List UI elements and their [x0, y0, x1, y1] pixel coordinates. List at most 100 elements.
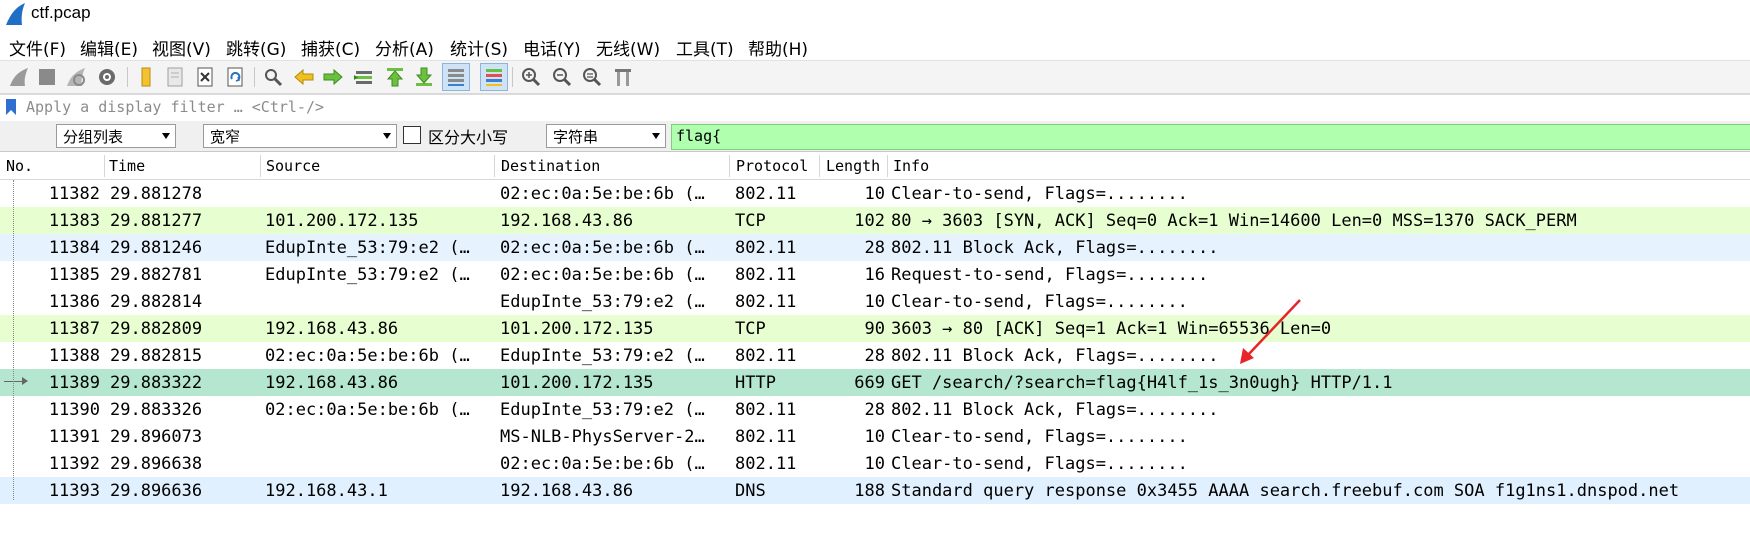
auto-scroll-icon[interactable]	[442, 63, 470, 91]
packet-number: 11386	[48, 292, 100, 312]
packet-row[interactable]: 11392 29.896638 02:ec:0a:5e:be:6b (… 802.11…	[0, 450, 1750, 477]
packet-protocol: 802.11	[735, 346, 797, 366]
menu-statistics[interactable]: 统计(S)	[450, 35, 508, 60]
window-title: ctf.pcap	[31, 3, 91, 22]
save-file-icon[interactable]	[162, 64, 188, 90]
menu-telephony[interactable]: 电话(Y)	[523, 35, 581, 60]
find-packet-icon[interactable]	[260, 64, 286, 90]
packet-destination: 192.168.43.86	[500, 481, 634, 501]
packet-number: 11390	[48, 400, 100, 420]
stop-capture-icon[interactable]	[34, 64, 60, 90]
menu-capture[interactable]: 捕获(C)	[301, 35, 360, 60]
packet-destination: EdupInte_53:79:e2 (…	[500, 400, 705, 420]
go-forward-icon[interactable]	[320, 64, 346, 90]
packet-row[interactable]: 11393 29.896636 192.168.43.1 192.168.43.86 D…	[0, 477, 1750, 504]
packet-protocol: HTTP	[735, 373, 776, 393]
search-input[interactable]: flag{	[671, 124, 1750, 150]
packet-length: 188	[854, 481, 885, 501]
packet-protocol: 802.11	[735, 400, 797, 420]
packet-row[interactable]: 11386 29.882814 EdupInte_53:79:e2 (… 802.11…	[0, 288, 1750, 315]
normal-size-icon[interactable]	[579, 64, 605, 90]
packet-protocol: TCP	[735, 211, 766, 231]
title-bar: ctf.pcap	[0, 0, 1750, 30]
packet-row[interactable]: 11383 29.881277 101.200.172.135 192.168.43.…	[0, 207, 1750, 234]
packet-destination: 101.200.172.135	[500, 373, 654, 393]
packet-destination: EdupInte_53:79:e2 (…	[500, 346, 705, 366]
menu-help[interactable]: 帮助(H)	[748, 35, 808, 60]
packet-row[interactable]: 11384 29.881246 EdupInte_53:79:e2 (… 02:ec:…	[0, 234, 1750, 261]
packet-info: Clear-to-send, Flags=........	[891, 292, 1188, 312]
packet-row[interactable]: 11389 29.883322 192.168.43.86 101.200.172.1…	[0, 369, 1750, 396]
search-scope-select[interactable]: 分组列表	[56, 124, 176, 148]
packet-row[interactable]: 11391 29.896073 MS-NLB-PhysServer-2… 802.11…	[0, 423, 1750, 450]
bookmark-icon[interactable]	[6, 99, 16, 115]
column-header-destination[interactable]: Destination	[501, 157, 600, 175]
packet-time: 29.883322	[110, 373, 203, 393]
colorize-icon[interactable]	[480, 63, 508, 91]
packet-row[interactable]: 11387 29.882809 192.168.43.86 101.200.172.1…	[0, 315, 1750, 342]
column-header-no[interactable]: No.	[6, 157, 33, 175]
zoom-out-icon[interactable]	[549, 64, 575, 90]
packet-time: 29.882781	[110, 265, 203, 285]
menu-analyze[interactable]: 分析(A)	[375, 35, 434, 60]
column-header-protocol[interactable]: Protocol	[736, 157, 808, 175]
menu-tools[interactable]: 工具(T)	[676, 35, 734, 60]
reload-file-icon[interactable]	[222, 64, 248, 90]
charset-select[interactable]: 宽窄	[203, 124, 397, 148]
packet-protocol: 802.11	[735, 427, 797, 447]
packet-time: 29.881278	[110, 184, 203, 204]
packet-destination: 02:ec:0a:5e:be:6b (…	[500, 454, 705, 474]
packet-number: 11389	[48, 373, 100, 393]
packet-info: Clear-to-send, Flags=........	[891, 184, 1188, 204]
packet-length: 28	[864, 400, 885, 420]
close-file-icon[interactable]	[192, 64, 218, 90]
packet-length: 669	[854, 373, 885, 393]
packet-protocol: TCP	[735, 319, 766, 339]
wireshark-fin-icon	[6, 3, 25, 25]
capture-options-icon[interactable]	[94, 64, 120, 90]
packet-number: 11384	[48, 238, 100, 258]
go-back-icon[interactable]	[291, 64, 317, 90]
packet-number: 11383	[48, 211, 100, 231]
packet-source: 192.168.43.86	[265, 319, 399, 339]
packet-row[interactable]: 11382 29.881278 02:ec:0a:5e:be:6b (… 802.11…	[0, 180, 1750, 207]
packet-row[interactable]: 11390 29.883326 02:ec:0a:5e:be:6b (… EdupIn…	[0, 396, 1750, 423]
resize-columns-icon[interactable]	[610, 64, 636, 90]
packet-info: 802.11 Block Ack, Flags=........	[891, 400, 1219, 420]
menu-file[interactable]: 文件(F)	[9, 35, 66, 60]
packet-number: 11393	[48, 481, 100, 501]
packet-protocol: 802.11	[735, 265, 797, 285]
column-header-info[interactable]: Info	[893, 157, 929, 175]
column-header-source[interactable]: Source	[266, 157, 320, 175]
packet-source: 192.168.43.1	[265, 481, 388, 501]
packet-number: 11382	[48, 184, 100, 204]
go-to-packet-icon[interactable]	[351, 64, 377, 90]
packet-time: 29.896073	[110, 427, 203, 447]
search-input-value: flag{	[676, 127, 722, 145]
menu-go[interactable]: 跳转(G)	[226, 35, 286, 60]
restart-capture-icon[interactable]	[63, 64, 89, 90]
start-capture-icon[interactable]	[6, 64, 32, 90]
packet-time: 29.881277	[110, 211, 203, 231]
go-last-icon[interactable]	[411, 64, 437, 90]
display-filter-bar: Apply a display filter … <Ctrl-/>	[0, 94, 1750, 122]
menu-edit[interactable]: 编辑(E)	[80, 35, 138, 60]
packet-info: Request-to-send, Flags=........	[891, 265, 1209, 285]
packet-number: 11388	[48, 346, 100, 366]
packet-source: EdupInte_53:79:e2 (…	[265, 265, 470, 285]
search-type-select[interactable]: 字符串	[546, 124, 666, 148]
packet-list-header: No. Time Source Destination Protocol Len…	[0, 153, 1750, 180]
packet-info: Clear-to-send, Flags=........	[891, 427, 1188, 447]
column-header-length[interactable]: Length	[826, 157, 880, 175]
open-file-icon[interactable]	[133, 64, 159, 90]
column-header-time[interactable]: Time	[109, 157, 145, 175]
packet-source: 02:ec:0a:5e:be:6b (…	[265, 346, 470, 366]
menu-view[interactable]: 视图(V)	[152, 35, 211, 60]
case-sensitive-checkbox[interactable]	[403, 126, 421, 144]
packet-row[interactable]: 11388 29.882815 02:ec:0a:5e:be:6b (… EdupIn…	[0, 342, 1750, 369]
display-filter-input[interactable]: Apply a display filter … <Ctrl-/>	[26, 98, 324, 116]
zoom-in-icon[interactable]	[518, 64, 544, 90]
go-first-icon[interactable]	[382, 64, 408, 90]
menu-wireless[interactable]: 无线(W)	[596, 35, 660, 60]
packet-row[interactable]: 11385 29.882781 EdupInte_53:79:e2 (… 02:ec:…	[0, 261, 1750, 288]
